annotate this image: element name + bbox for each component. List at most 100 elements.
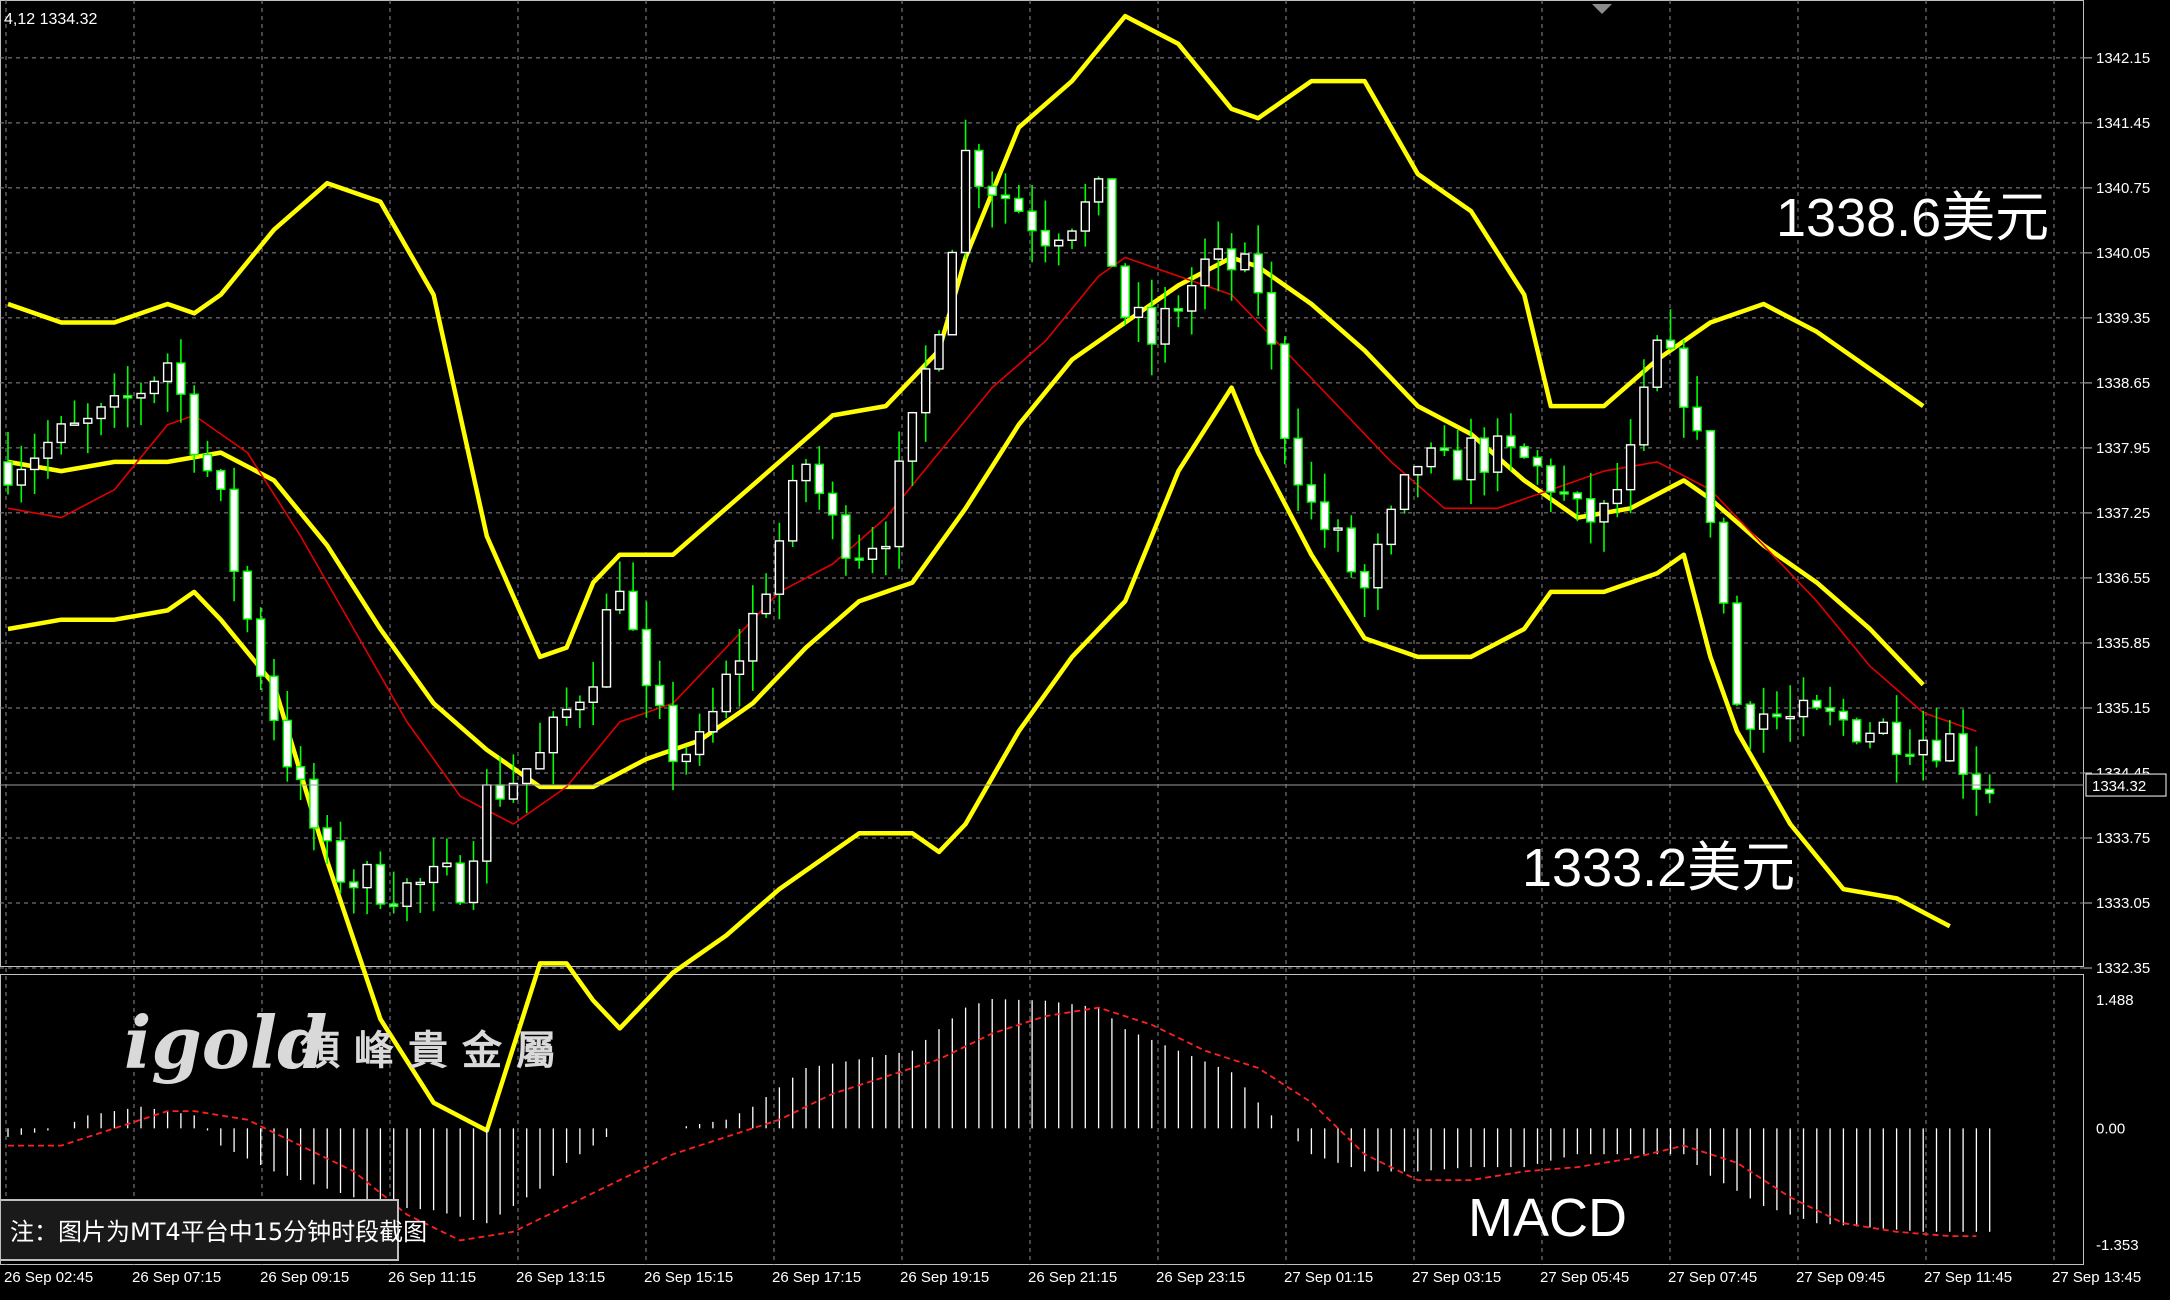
header-text: 4,12 1334.32 [4,11,98,28]
candle-body [814,463,824,495]
candle-body [907,411,918,462]
candle-body [1851,719,1862,743]
candle-body [1931,739,1942,762]
candle-body [1386,508,1396,546]
time-tick-label: 26 Sep 13:15 [516,1269,605,1286]
candle-body [1984,788,1995,795]
candle-body [1945,733,1955,762]
candle-body [1918,739,1928,756]
candle-body [375,863,386,905]
candle-body [1585,498,1596,523]
candle-body [548,716,558,754]
time-axis: 26 Sep 02:45 26 Sep 07:15 26 Sep 09:15 26 S… [4,1269,2141,1286]
candle-body [1439,447,1450,452]
candle-body [1133,306,1144,318]
candle-body [1346,527,1357,573]
candle-body [1559,491,1569,495]
candle-body [1107,178,1117,267]
candle-body [1745,703,1756,730]
price-tick-label: 1340.75 [2096,180,2150,197]
time-tick-label: 27 Sep 13:45 [2052,1269,2141,1286]
candle-body [1838,710,1849,721]
candle-body [1546,465,1556,493]
candle-body [442,862,452,868]
candle-body [1599,502,1609,523]
macd-tick-label: 1.488 [2096,992,2134,1009]
candle-body [69,422,80,426]
candle-body [322,827,332,842]
candle-body [1905,753,1915,758]
candle-body [748,612,758,662]
candle-body [1373,543,1383,589]
candle-body [362,863,372,889]
candle-body [1120,265,1130,318]
candle-body [1293,437,1303,486]
price-tick-label: 1337.25 [2096,505,2150,522]
candle-body [1000,194,1011,200]
time-tick-label: 26 Sep 21:15 [1028,1269,1117,1286]
candle-body [1705,430,1716,523]
candle-body [1399,474,1410,511]
candle-body [482,784,492,862]
candle-body [615,590,625,611]
candle-body [242,570,253,620]
candle-body [761,593,771,615]
candle-body [801,463,811,482]
price-tick-label: 1333.75 [2096,830,2150,847]
candle-body [987,185,997,196]
macd-tick-label: 0.00 [2096,1120,2125,1137]
candle-body [256,618,266,677]
price-tick-label: 1340.05 [2096,245,2150,262]
mt4-chart: 1342.15 1341.45 1340.75 1340.05 1339.35 1338.… [0,0,2170,1300]
time-tick-label: 26 Sep 17:15 [772,1269,861,1286]
candle-body [149,380,160,395]
candle-body [1280,343,1290,440]
candle-body [641,628,652,687]
candle-body [269,675,279,722]
candle-body [109,395,120,408]
price-tick-label: 1337.95 [2096,440,2150,457]
candle-body [1772,713,1782,718]
candle-body [1532,456,1543,467]
candle-body [894,460,904,548]
candle-body [16,468,26,486]
candle-body [1027,210,1037,232]
candle-body [1466,437,1476,481]
candle-body [428,865,439,884]
candle-body [1306,484,1317,503]
candle-body [282,719,292,768]
candle-body [1319,501,1330,531]
candle-body [668,704,678,763]
time-tick-label: 27 Sep 01:15 [1284,1269,1373,1286]
time-tick-label: 27 Sep 11:45 [1924,1269,2012,1286]
candle-body [1639,386,1649,446]
current-price-label: 1334.32 [2092,778,2146,795]
candle-body [56,423,66,444]
candle-body [601,609,612,688]
candle-body [1812,699,1822,709]
candle-body [96,406,106,420]
candle-body [402,882,412,908]
candle-body [43,441,53,459]
candle-body [176,362,186,395]
time-tick-label: 26 Sep 07:15 [132,1269,221,1286]
candle-body [189,393,199,456]
candle-body [216,470,226,490]
candle-body [1652,339,1662,388]
candle-body [561,708,572,718]
candle-body [588,686,598,703]
candle-body [1093,178,1104,203]
candle-body [1785,715,1795,720]
candle-body [867,547,878,560]
candle-body [1014,197,1024,212]
candle-body [1732,602,1742,705]
candle-body [1891,721,1902,756]
candle-body [827,492,838,516]
candle-body [495,784,505,800]
candle-body [1240,253,1250,271]
candle-body [854,557,864,561]
candle-body [455,862,465,904]
candle-body [881,545,891,550]
candle-body [415,881,425,886]
time-tick-label: 26 Sep 19:15 [900,1269,989,1286]
